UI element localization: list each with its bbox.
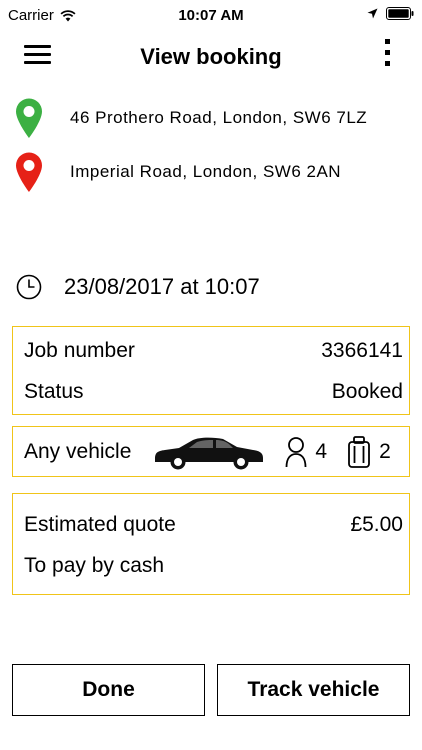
vehicle-type-label: Any vehicle	[24, 439, 132, 463]
booking-date-row: 23/08/2017 at 10:07	[16, 274, 260, 300]
pickup-pin-icon	[16, 98, 42, 138]
status-value: Booked	[331, 380, 403, 403]
vehicle-card: Any vehicle 4 2	[12, 426, 410, 477]
quote-value: £5.00	[350, 513, 403, 536]
dropoff-pin-icon	[16, 152, 42, 192]
job-number-row: Job number 3366141	[13, 327, 409, 371]
pickup-address: 46 Prothero Road, London, SW6 7LZ	[70, 108, 368, 127]
status-label: Status	[24, 380, 84, 403]
payment-note: To pay by cash	[24, 554, 165, 577]
location-arrow-icon	[367, 8, 378, 19]
status-time: 10:07 AM	[178, 7, 244, 24]
clock-icon	[16, 274, 42, 300]
payment-row: To pay by cash	[13, 550, 409, 582]
more-dot	[384, 39, 390, 44]
car-icon	[155, 437, 264, 469]
luggage-icon	[348, 435, 370, 468]
status-row: Status Booked	[13, 371, 409, 413]
person-icon	[285, 436, 307, 467]
dropoff-address: Imperial Road, London, SW6 2AN	[70, 162, 342, 181]
booking-datetime: 23/08/2017 at 10:07	[64, 274, 260, 299]
dropoff-row[interactable]: Imperial Road, London, SW6 2AN	[14, 150, 414, 194]
luggage-count: 2	[379, 439, 391, 463]
more-dot	[384, 61, 390, 66]
passenger-count: 4	[315, 439, 328, 463]
track-vehicle-button[interactable]: Track vehicle	[217, 664, 410, 716]
more-dot	[384, 50, 390, 55]
status-bar: Carrier 10:07 AM	[0, 0, 422, 30]
quote-label: Estimated quote	[24, 513, 176, 536]
quote-row: Estimated quote £5.00	[13, 494, 409, 550]
job-info-card: Job number 3366141 Status Booked	[12, 326, 410, 415]
status-right	[367, 7, 414, 20]
page-title: View booking	[140, 44, 282, 69]
battery-icon	[386, 7, 414, 20]
job-number-label: Job number	[24, 339, 135, 362]
passengers-group: 4	[285, 436, 327, 468]
luggage-group: 2	[347, 435, 391, 468]
done-button[interactable]: Done	[12, 664, 205, 716]
nav-header: View booking	[0, 30, 422, 82]
pickup-row[interactable]: 46 Prothero Road, London, SW6 7LZ	[14, 96, 414, 140]
quote-card: Estimated quote £5.00 To pay by cash	[12, 493, 410, 595]
job-number-value: 3366141	[321, 339, 403, 362]
more-options-button[interactable]	[382, 39, 392, 73]
